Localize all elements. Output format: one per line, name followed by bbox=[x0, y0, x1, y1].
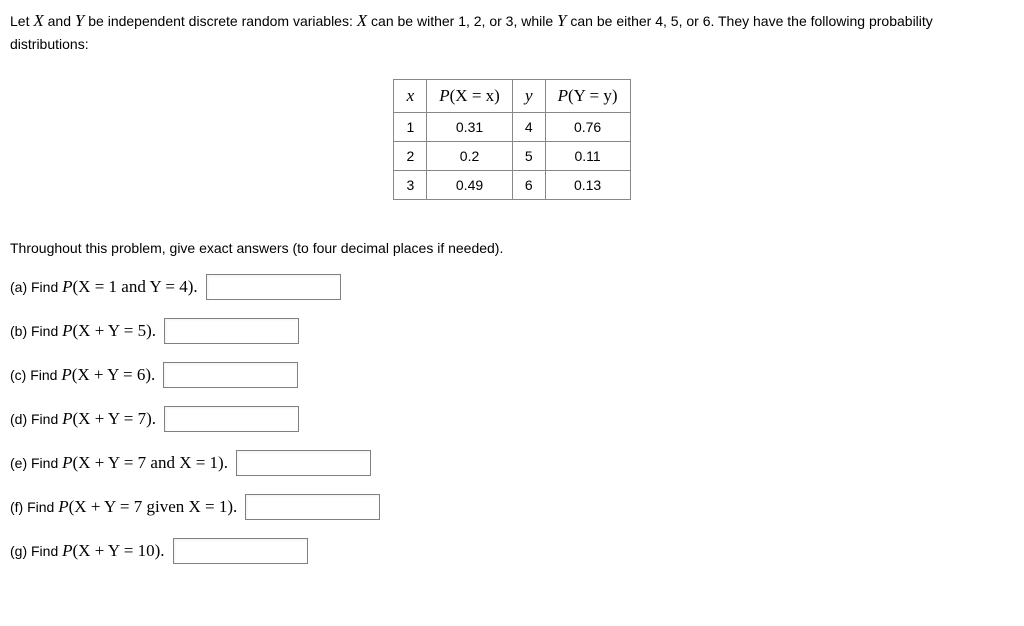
cell-x: 2 bbox=[394, 141, 427, 170]
answer-input-e[interactable] bbox=[236, 450, 371, 476]
question-c: (c) Find P(X + Y = 6). bbox=[10, 362, 1014, 388]
question-label: (a) Find P(X = 1 and Y = 4). bbox=[10, 277, 198, 297]
table-row: 3 0.49 6 0.13 bbox=[394, 170, 630, 199]
cell-py: 0.76 bbox=[545, 112, 630, 141]
answer-input-c[interactable] bbox=[163, 362, 298, 388]
answer-input-a[interactable] bbox=[206, 274, 341, 300]
cell-x: 1 bbox=[394, 112, 427, 141]
distribution-table-wrap: x P(X = x) y P(Y = y) 1 0.31 4 0.76 2 0.… bbox=[10, 79, 1014, 200]
cell-y: 6 bbox=[512, 170, 545, 199]
table-row: 2 0.2 5 0.11 bbox=[394, 141, 630, 170]
answer-input-g[interactable] bbox=[173, 538, 308, 564]
question-label: (b) Find P(X + Y = 5). bbox=[10, 321, 156, 341]
cell-y: 4 bbox=[512, 112, 545, 141]
intro-text: Let bbox=[10, 13, 33, 29]
cell-x: 3 bbox=[394, 170, 427, 199]
var-y: Y bbox=[75, 11, 84, 30]
answer-input-b[interactable] bbox=[164, 318, 299, 344]
cell-py: 0.11 bbox=[545, 141, 630, 170]
cell-px: 0.2 bbox=[427, 141, 513, 170]
question-f: (f) Find P(X + Y = 7 given X = 1). bbox=[10, 494, 1014, 520]
col-x: x bbox=[394, 79, 427, 112]
answer-input-f[interactable] bbox=[245, 494, 380, 520]
answer-input-d[interactable] bbox=[164, 406, 299, 432]
var-x: X bbox=[357, 11, 367, 30]
question-a: (a) Find P(X = 1 and Y = 4). bbox=[10, 274, 1014, 300]
col-y: y bbox=[512, 79, 545, 112]
table-header-row: x P(X = x) y P(Y = y) bbox=[394, 79, 630, 112]
question-label: (d) Find P(X + Y = 7). bbox=[10, 409, 156, 429]
cell-y: 5 bbox=[512, 141, 545, 170]
question-g: (g) Find P(X + Y = 10). bbox=[10, 538, 1014, 564]
var-y: Y bbox=[557, 11, 566, 30]
col-py: P(Y = y) bbox=[545, 79, 630, 112]
question-e: (e) Find P(X + Y = 7 and X = 1). bbox=[10, 450, 1014, 476]
question-d: (d) Find P(X + Y = 7). bbox=[10, 406, 1014, 432]
question-label: (f) Find P(X + Y = 7 given X = 1). bbox=[10, 497, 237, 517]
intro-text: can be wither 1, 2, or 3, while bbox=[367, 13, 557, 29]
cell-py: 0.13 bbox=[545, 170, 630, 199]
intro-text: be independent discrete random variables… bbox=[84, 13, 356, 29]
instruction-text: Throughout this problem, give exact answ… bbox=[10, 240, 1014, 256]
question-label: (g) Find P(X + Y = 10). bbox=[10, 541, 165, 561]
col-px: P(X = x) bbox=[427, 79, 513, 112]
question-label: (e) Find P(X + Y = 7 and X = 1). bbox=[10, 453, 228, 473]
intro-text: and bbox=[44, 13, 75, 29]
cell-px: 0.31 bbox=[427, 112, 513, 141]
table-row: 1 0.31 4 0.76 bbox=[394, 112, 630, 141]
cell-px: 0.49 bbox=[427, 170, 513, 199]
problem-intro: Let X and Y be independent discrete rand… bbox=[10, 8, 1014, 55]
question-b: (b) Find P(X + Y = 5). bbox=[10, 318, 1014, 344]
var-x: X bbox=[33, 11, 43, 30]
distribution-table: x P(X = x) y P(Y = y) 1 0.31 4 0.76 2 0.… bbox=[393, 79, 630, 200]
question-label: (c) Find P(X + Y = 6). bbox=[10, 365, 155, 385]
